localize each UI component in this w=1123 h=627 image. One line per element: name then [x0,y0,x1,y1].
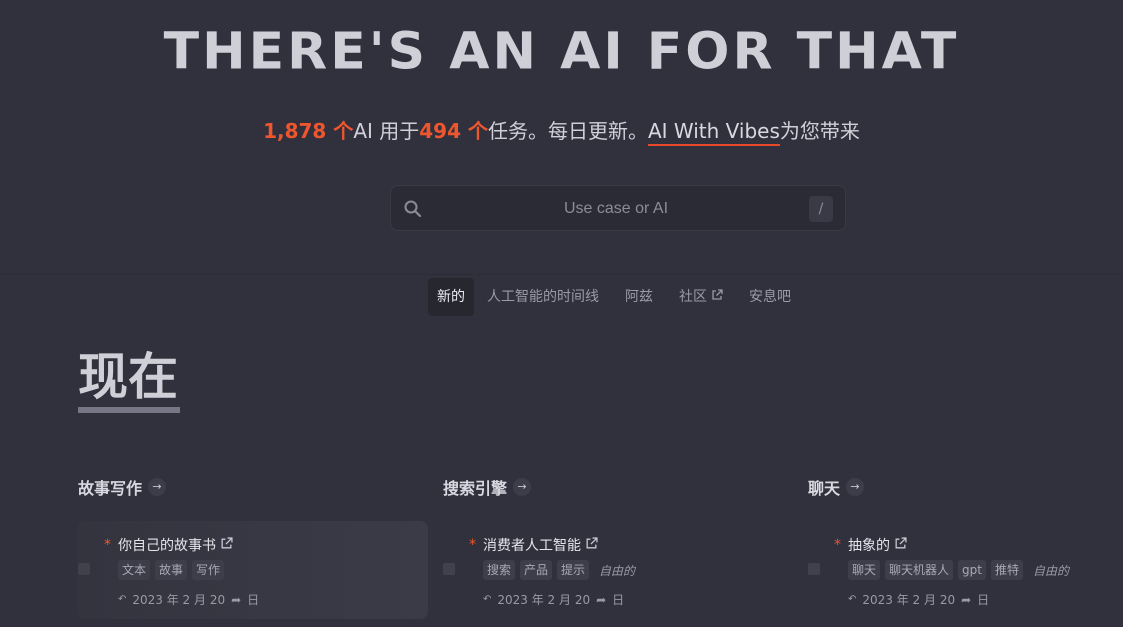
save-checkbox[interactable] [78,563,90,575]
pricing-label: 自由的 [1033,563,1070,578]
ai-list-item[interactable]: * 抽象的 聊天 聊天机器人 gpt 推特 自由的 ↶ 2023 年 2 月 2… [808,521,1123,619]
arrow-right-icon[interactable]: → [148,478,167,496]
tag[interactable]: 聊天机器人 [885,560,954,580]
item-meta: ↶ 2023 年 2 月 20 ➦ 日 [483,592,625,608]
nav-tabs: 新的 人工智能的时间线 阿兹 社区 安息吧 [428,278,804,316]
tag[interactable]: 文本 [118,560,151,580]
tab-new[interactable]: 新的 [428,278,474,316]
category-header[interactable]: 聊天 → [808,475,1123,499]
hero-title: THERE'S AN AI FOR THAT [163,22,960,82]
tag[interactable]: 提示 [557,560,590,580]
search-icon [403,199,423,219]
subtitle: 1,878 个AI 用于494 个任务。每日更新。AI With Vibes为您… [0,115,1123,146]
tab-community[interactable]: 社区 [666,278,736,316]
arrow-right-icon[interactable]: → [513,478,532,496]
pricing-label: 自由的 [599,563,636,578]
history-icon: ↶ [848,594,857,605]
tag-list: 搜索 产品 提示 自由的 [483,560,635,580]
ai-list-item[interactable]: * 你自己的故事书 文本 故事 写作 ↶ 2023 年 2 月 20 ➦ 日 [78,521,428,619]
tab-a-z[interactable]: 阿兹 [612,278,666,316]
save-checkbox[interactable] [808,563,820,575]
history-icon: ↶ [483,594,492,605]
share-icon: ➦ [596,592,607,607]
arrow-right-icon[interactable]: → [846,478,865,496]
item-title[interactable]: * 抽象的 [834,535,907,555]
tag[interactable]: 故事 [155,560,188,580]
ai-label: AI 用于 [353,119,420,143]
tab-timeline[interactable]: 人工智能的时间线 [474,278,612,316]
ai-count[interactable]: 1,878 个 [263,119,353,143]
tag[interactable]: 推特 [990,560,1023,580]
star-icon: * [834,537,841,553]
tag[interactable]: 产品 [520,560,553,580]
search-input[interactable] [431,194,801,224]
task-label: 任务。每日更新。 [487,119,648,143]
tag[interactable]: 写作 [192,560,225,580]
item-title[interactable]: * 你自己的故事书 [104,535,233,555]
task-count[interactable]: 494 个 [419,119,488,143]
category-column-chat: 聊天 → * 抽象的 聊天 聊天机器人 gpt 推特 自由的 ↶ 2023 年 … [808,475,1123,607]
category-column-story-writing: 故事写作 → * 你自己的故事书 文本 故事 写作 ↶ 2023 年 2 月 2… [78,475,428,619]
star-icon: * [104,537,111,553]
item-meta: ↶ 2023 年 2 月 20 ➦ 日 [118,592,260,608]
external-link-icon[interactable] [220,536,233,554]
category-header[interactable]: 搜索引擎 → [443,475,793,499]
item-meta: ↶ 2023 年 2 月 20 ➦ 日 [848,592,990,608]
tag-list: 聊天 聊天机器人 gpt 推特 自由的 [848,560,1069,580]
search-shortcut-key: / [809,196,833,222]
section-title: 现在 [78,348,178,406]
nav-tabs-bar: 新的 人工智能的时间线 阿兹 社区 安息吧 [0,274,1123,320]
tag[interactable]: 聊天 [848,560,881,580]
tab-rip[interactable]: 安息吧 [736,278,804,316]
tag-list: 文本 故事 写作 [118,560,225,580]
section-title-underline [78,407,180,413]
category-column-search-engine: 搜索引擎 → * 消费者人工智能 搜索 产品 提示 自由的 ↶ 2023 年 2… [443,475,793,607]
share-icon: ➦ [961,592,972,607]
external-link-icon [711,278,723,316]
category-header[interactable]: 故事写作 → [78,475,428,499]
external-link-icon[interactable] [585,536,598,554]
history-icon: ↶ [118,594,127,605]
search-box[interactable]: / [390,185,846,231]
star-icon: * [469,537,476,553]
save-checkbox[interactable] [443,563,455,575]
sponsor-suffix: 为您带来 [779,119,860,143]
tag[interactable]: gpt [958,560,986,580]
tag[interactable]: 搜索 [483,560,516,580]
external-link-icon[interactable] [894,536,907,554]
ai-list-item[interactable]: * 消费者人工智能 搜索 产品 提示 自由的 ↶ 2023 年 2 月 20 ➦… [443,521,793,619]
sponsor-link[interactable]: AI With Vibes [647,119,780,146]
item-title[interactable]: * 消费者人工智能 [469,535,598,555]
share-icon: ➦ [231,592,242,607]
